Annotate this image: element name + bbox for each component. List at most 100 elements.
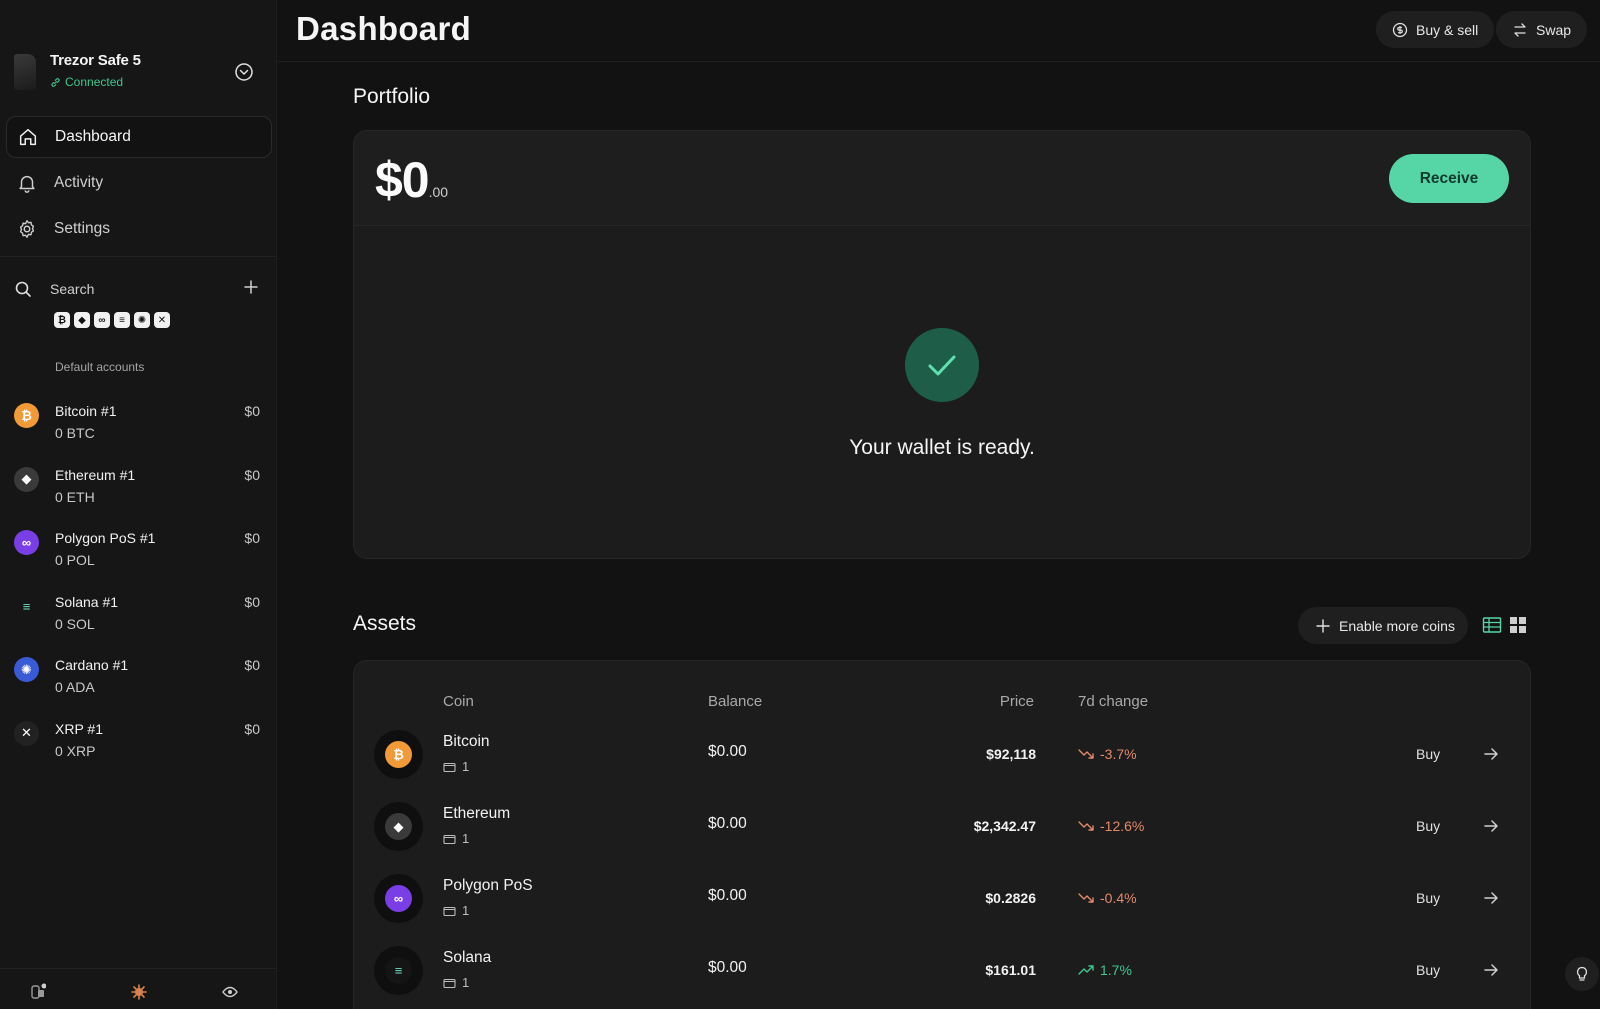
account-count: 1 — [462, 903, 470, 918]
portfolio-card: $0.00 Receive Your wallet is ready. — [353, 130, 1531, 559]
coin-name: Bitcoin — [443, 733, 490, 750]
help-button[interactable] — [1565, 957, 1599, 991]
swap-button[interactable]: Swap — [1496, 11, 1588, 48]
buy-link[interactable]: Buy — [1416, 890, 1440, 906]
device-name: Trezor Safe 5 — [50, 52, 141, 69]
coin-price: $161.01 — [985, 962, 1036, 978]
table-row[interactable]: ₿ Bitcoin 1 $0.00 $92,118 -3.7% Buy — [354, 730, 1532, 803]
grid-view-icon[interactable] — [1508, 615, 1528, 635]
bitcoin-icon: ₿ — [14, 403, 39, 428]
change-value: -12.6% — [1100, 818, 1145, 834]
dollar-coin-icon — [1392, 22, 1408, 37]
cardano-icon: ✺ — [14, 657, 39, 682]
change-value: -0.4% — [1100, 890, 1137, 906]
coin-icon-wrapper: ₿ — [374, 730, 423, 779]
buy-sell-button[interactable]: Buy & sell — [1376, 11, 1495, 48]
plus-icon[interactable] — [242, 278, 260, 296]
account-item-cardano[interactable]: ✺ Cardano #1 0 ADA $0 — [0, 647, 277, 711]
buy-link[interactable]: Buy — [1416, 818, 1440, 834]
arrow-right-icon[interactable] — [1482, 889, 1500, 907]
account-item-bitcoin[interactable]: ₿ Bitcoin #1 0 BTC $0 — [0, 393, 277, 457]
coin-price: $92,118 — [986, 746, 1036, 762]
page-title: Dashboard — [296, 10, 472, 47]
nav-item-settings[interactable]: Settings — [6, 208, 272, 250]
eye-icon[interactable] — [221, 983, 239, 1001]
column-header-balance[interactable]: Balance — [708, 693, 762, 710]
account-fiat: $0 — [244, 593, 260, 610]
coin-account-count: 1 — [443, 831, 469, 846]
account-name: Polygon PoS #1 — [55, 530, 156, 546]
account-item-ethereum[interactable]: ◆ Ethereum #1 0 ETH $0 — [0, 457, 277, 521]
accounts-group-label: Default accounts — [55, 360, 145, 374]
account-item-solana[interactable]: ≡ Solana #1 0 SOL $0 — [0, 584, 277, 648]
table-row[interactable]: ≡ Solana 1 $0.00 $161.01 1.7% Buy — [354, 946, 1532, 1009]
nav-item-activity[interactable]: Activity — [6, 162, 272, 204]
account-balance: 0 ADA — [55, 679, 95, 695]
account-list: ₿ Bitcoin #1 0 BTC $0 ◆ Ethereum #1 0 ET… — [0, 393, 277, 774]
coin-balance: $0.00 — [708, 887, 747, 904]
search-label: Search — [50, 281, 95, 297]
swap-arrows-icon — [1514, 22, 1526, 37]
table-view-icon[interactable] — [1482, 615, 1502, 635]
nav-item-dashboard[interactable]: Dashboard — [6, 116, 272, 158]
account-count: 1 — [462, 759, 470, 774]
buy-link[interactable]: Buy — [1416, 962, 1440, 978]
account-count: 1 — [462, 831, 470, 846]
sidebar-footer — [0, 968, 277, 1009]
account-name: XRP #1 — [55, 720, 103, 737]
wallet-icon — [443, 834, 456, 844]
change-value: 1.7% — [1100, 962, 1132, 978]
nav-label: Activity — [54, 174, 104, 191]
lightbulb-icon — [1576, 966, 1588, 981]
arrow-right-icon[interactable] — [1482, 817, 1500, 835]
arrow-right-icon[interactable] — [1482, 961, 1500, 979]
account-item-xrp[interactable]: ✕ XRP #1 0 XRP $0 — [0, 711, 277, 775]
solana-icon: ≡ — [14, 593, 39, 619]
chevron-down-circle-icon[interactable] — [234, 62, 254, 82]
column-header-price[interactable]: Price — [1000, 693, 1034, 710]
coin-7d-change: -12.6% — [1078, 818, 1144, 834]
cardano-filter-icon[interactable]: ✺ — [134, 312, 150, 328]
account-fiat: $0 — [244, 657, 260, 673]
polygon-filter-icon[interactable]: ∞ — [94, 312, 110, 328]
bitcoin-filter-icon[interactable]: ₿ — [54, 312, 70, 328]
solana-filter-icon[interactable]: ≡ — [114, 312, 130, 328]
arrow-right-icon[interactable] — [1482, 745, 1500, 763]
receive-button[interactable]: Receive — [1389, 154, 1509, 203]
coin-account-count: 1 — [443, 759, 469, 774]
portfolio-header: $0.00 Receive — [354, 131, 1530, 226]
enable-more-coins-label: Enable more coins — [1339, 617, 1455, 634]
portfolio-title: Portfolio — [353, 85, 431, 108]
coin-name: Ethereum — [443, 805, 511, 822]
column-header-coin[interactable]: Coin — [443, 693, 474, 710]
enable-more-coins-button[interactable]: Enable more coins — [1298, 607, 1468, 644]
ethereum-icon: ◆ — [14, 466, 39, 492]
buy-link[interactable]: Buy — [1416, 746, 1440, 762]
column-header-7d-change[interactable]: 7d change — [1078, 693, 1148, 710]
tor-settings-icon[interactable] — [130, 983, 148, 1001]
coin-filter-chips: ₿ ◆ ∞ ≡ ✺ ✕ — [54, 312, 170, 328]
trend-up-icon — [1078, 965, 1094, 975]
device-selector[interactable]: Trezor Safe 5 Connected — [14, 50, 270, 94]
ethereum-filter-icon[interactable]: ◆ — [74, 312, 90, 328]
wallet-icon — [443, 978, 456, 988]
device-status: Connected — [50, 75, 123, 89]
coin-account-count: 1 — [443, 975, 469, 990]
account-fiat: $0 — [244, 466, 260, 483]
xrp-filter-icon[interactable]: ✕ — [154, 312, 170, 328]
table-row[interactable]: ◆ Ethereum 1 $0.00 $2,342.47 -12.6% Buy — [354, 802, 1532, 875]
account-balance: 0 POL — [55, 552, 95, 568]
change-value: -3.7% — [1100, 746, 1137, 762]
trend-down-icon — [1078, 893, 1094, 903]
account-fiat: $0 — [244, 403, 260, 419]
coin-balance: $0.00 — [708, 815, 747, 832]
bell-icon — [19, 175, 35, 193]
coin-icon-wrapper: ◆ — [374, 802, 423, 851]
device-lock-icon[interactable] — [28, 983, 46, 1001]
account-item-polygon[interactable]: ∞ Polygon PoS #1 0 POL $0 — [0, 520, 277, 584]
account-search[interactable]: Search — [14, 276, 264, 302]
main-nav: Dashboard Activity Settings — [6, 116, 272, 254]
table-row[interactable]: ∞ Polygon PoS 1 $0.00 $0.2826 -0.4% Buy — [354, 874, 1532, 947]
check-icon — [905, 328, 979, 402]
account-count: 1 — [462, 975, 470, 990]
